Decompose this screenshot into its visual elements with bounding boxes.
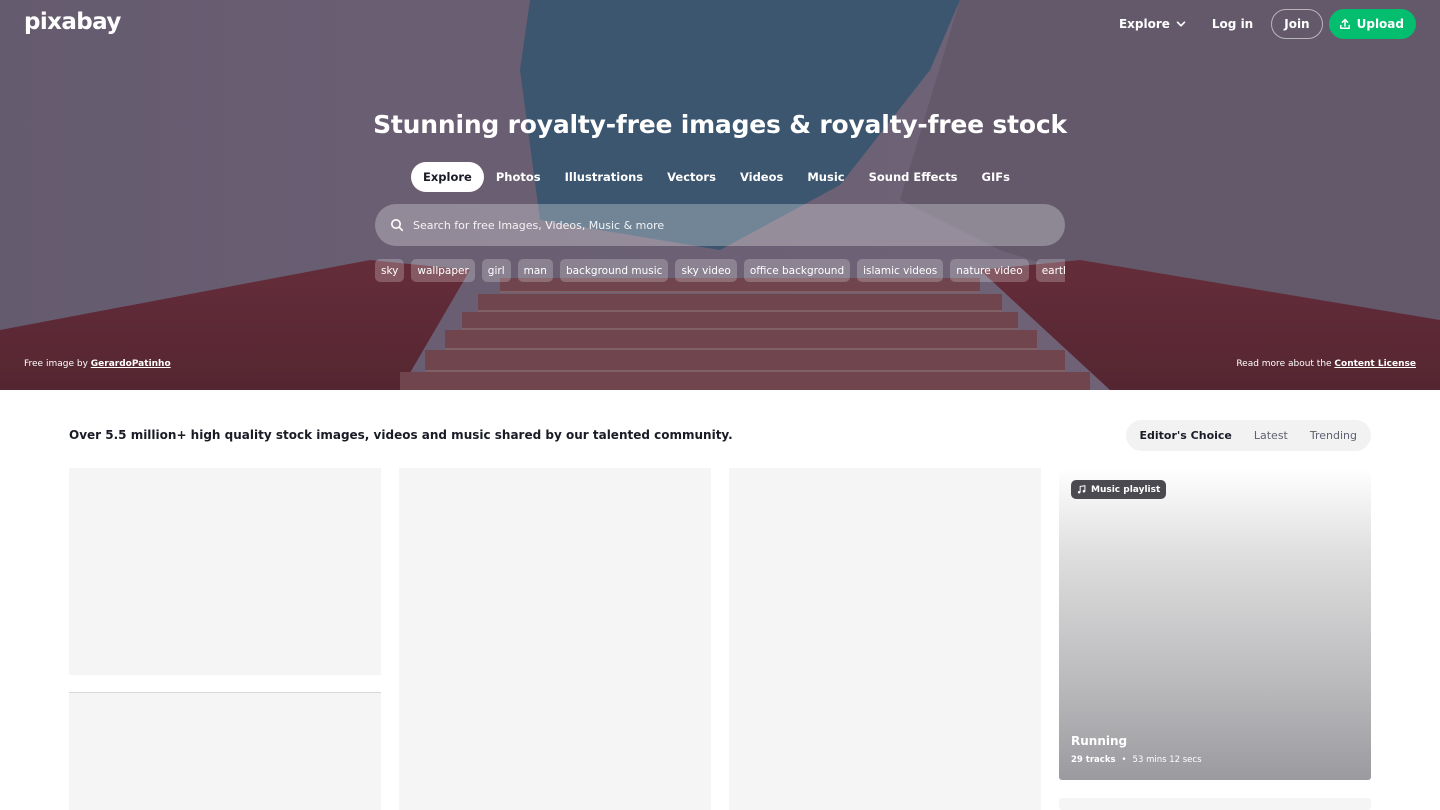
media-card-placeholder[interactable]	[69, 692, 381, 810]
media-card-placeholder[interactable]	[729, 468, 1041, 810]
tag-chip[interactable]: sky video	[675, 259, 737, 282]
tag-chip[interactable]: sky	[375, 259, 405, 282]
upload-button[interactable]: Upload	[1328, 9, 1416, 39]
playlist-track-count: 29 tracks	[1071, 755, 1116, 765]
sort-toggle: Editor's Choice Latest Trending	[1125, 420, 1371, 451]
credit-author-link[interactable]: GerardoPatinho	[91, 359, 171, 369]
playlist-duration: 53 mins 12 secs	[1132, 755, 1202, 765]
explore-menu-button[interactable]: Explore	[1119, 17, 1186, 31]
join-button[interactable]: Join	[1271, 9, 1323, 39]
tag-chip[interactable]: office background	[743, 259, 851, 282]
sort-editors-choice[interactable]: Editor's Choice	[1129, 423, 1243, 448]
search-bar	[375, 204, 1065, 246]
sort-trending[interactable]: Trending	[1299, 423, 1368, 448]
content-license-link[interactable]: Content License	[1334, 359, 1416, 369]
tab-illustrations[interactable]: Illustrations	[553, 162, 656, 192]
tab-photos[interactable]: Photos	[484, 162, 553, 192]
tag-chip[interactable]: islamic videos	[857, 259, 944, 282]
tab-music[interactable]: Music	[795, 162, 856, 192]
tag-chip[interactable]: girl	[481, 259, 511, 282]
upload-label: Upload	[1356, 17, 1404, 31]
tag-chip[interactable]: wallpaper	[411, 259, 475, 282]
search-icon	[391, 219, 404, 232]
license-note: Read more about the Content License	[1236, 359, 1416, 369]
music-playlist-card[interactable]: Music playlist Running 29 tracks • 53 mi…	[1059, 468, 1371, 780]
login-link[interactable]: Log in	[1212, 17, 1253, 31]
chevron-down-icon	[1176, 21, 1186, 27]
upload-icon	[1339, 18, 1350, 29]
top-navigation: pixabay Explore Log in Join Upload	[0, 0, 1440, 48]
tag-chip[interactable]: man	[517, 259, 553, 282]
hero-title: Stunning royalty-free images & royalty-f…	[373, 110, 1067, 139]
tab-gifs[interactable]: GIFs	[970, 162, 1022, 192]
playlist-title: Running	[1071, 734, 1128, 748]
tab-vectors[interactable]: Vectors	[655, 162, 728, 192]
image-credit: Free image by GerardoPatinho	[24, 359, 171, 369]
search-input[interactable]	[413, 204, 1065, 246]
media-card-placeholder[interactable]	[399, 468, 711, 810]
pixabay-logo[interactable]: pixabay	[24, 9, 121, 35]
playlist-meta: 29 tracks • 53 mins 12 secs	[1071, 755, 1202, 765]
playlist-badge-label: Music playlist	[1091, 484, 1161, 495]
explore-label: Explore	[1118, 17, 1170, 31]
tab-explore[interactable]: Explore	[411, 162, 484, 192]
meta-separator: •	[1121, 755, 1127, 765]
hero-banner: pixabay Explore Log in Join Upload Stunn…	[0, 0, 1440, 390]
media-type-tabs: Explore Photos Illustrations Vectors Vid…	[0, 162, 1440, 192]
playlist-badge: Music playlist	[1071, 480, 1167, 499]
license-prefix: Read more about the	[1236, 359, 1335, 369]
sort-latest[interactable]: Latest	[1243, 423, 1299, 448]
community-tagline: Over 5.5 million+ high quality stock ima…	[69, 428, 733, 442]
nav-actions: Explore Log in Join Upload	[1119, 9, 1416, 39]
media-card-placeholder[interactable]	[1059, 798, 1371, 810]
music-note-icon	[1077, 485, 1086, 494]
trending-tags: sky wallpaper girl man background music …	[375, 259, 1065, 283]
media-card-placeholder[interactable]	[69, 468, 381, 675]
tag-chip[interactable]: background music	[559, 259, 669, 282]
tab-videos[interactable]: Videos	[728, 162, 795, 192]
tab-sound-effects[interactable]: Sound Effects	[857, 162, 970, 192]
credit-prefix: Free image by	[24, 359, 91, 369]
tag-chip[interactable]: earth	[1035, 259, 1065, 282]
tag-chip[interactable]: nature video	[950, 259, 1029, 282]
hero-background-image	[0, 0, 1440, 390]
